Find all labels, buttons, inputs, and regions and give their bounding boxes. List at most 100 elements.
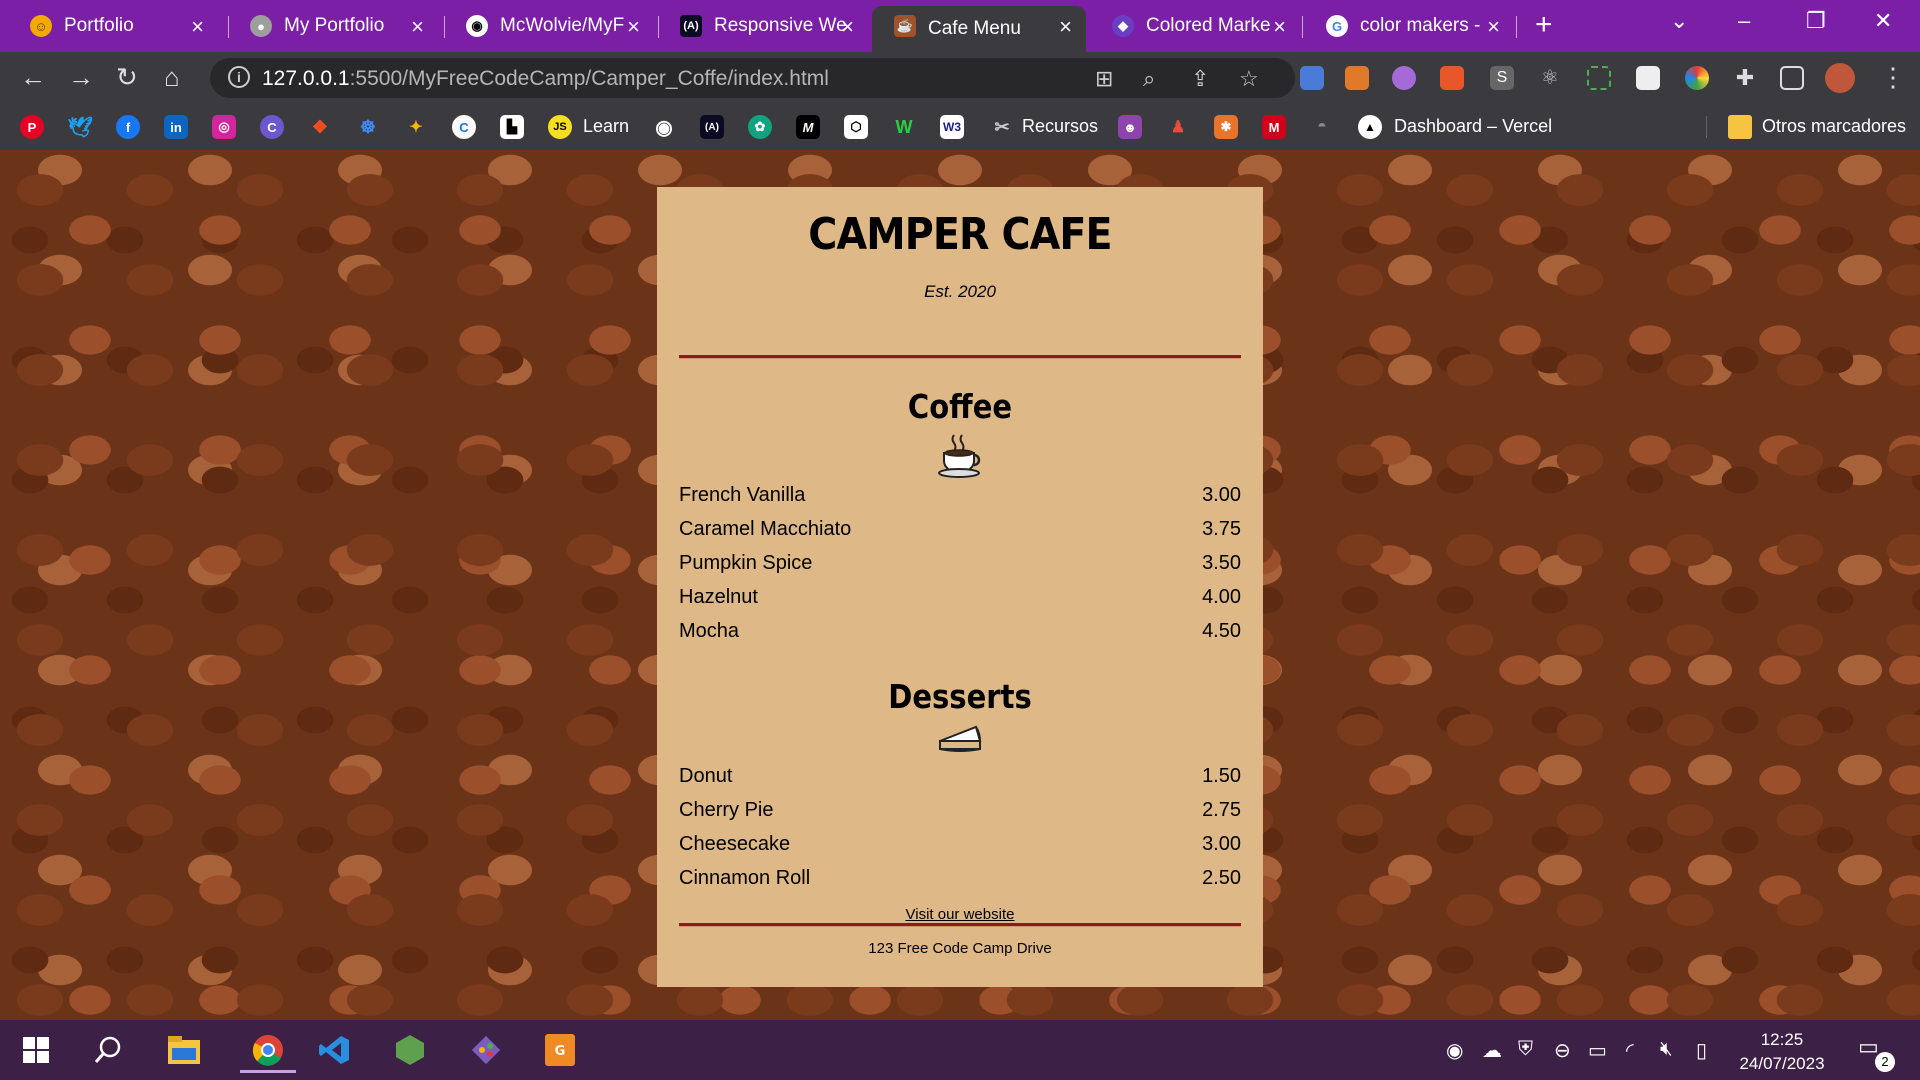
remote-tray-icon[interactable]: ⊖ — [1554, 1038, 1571, 1063]
security-shield-icon[interactable]: ⛨ — [1518, 1038, 1533, 1061]
close-icon[interactable]: × — [1273, 14, 1286, 40]
translate-icon[interactable]: ⊞ — [1095, 66, 1113, 92]
w-green-icon[interactable]: W — [892, 115, 916, 139]
c-logo-icon[interactable]: C — [452, 115, 476, 139]
item-price: 3.00 — [1202, 833, 1241, 855]
side-panel-icon[interactable] — [1780, 66, 1804, 90]
wifi-icon[interactable]: ◜ — [1626, 1038, 1634, 1063]
m-logo-icon[interactable]: M — [796, 115, 820, 139]
battery-icon[interactable]: ▭ — [1588, 1038, 1607, 1063]
restore-button[interactable]: ❐ — [1806, 8, 1826, 34]
bookmark-recursos[interactable]: Recursos — [1022, 116, 1098, 137]
twitter-icon[interactable]: 🕊 — [67, 115, 92, 139]
extension-icon[interactable] — [1440, 66, 1464, 90]
bot-icon[interactable]: ☸ — [356, 115, 380, 139]
figma-icon[interactable]: ❖ — [308, 115, 332, 139]
close-window-button[interactable]: ✕ — [1874, 8, 1892, 34]
vscode-icon[interactable] — [314, 1030, 354, 1070]
tab-color-makers[interactable]: G color makers - × — [1304, 6, 1514, 46]
site-info-icon[interactable]: i — [228, 66, 250, 88]
vercel-icon[interactable]: ▲ — [1358, 115, 1382, 139]
forward-arrow-icon[interactable]: → — [68, 62, 94, 93]
puzzle-extensions-icon[interactable]: ✚ — [1733, 66, 1757, 90]
javascript-icon[interactable]: JS — [548, 115, 572, 139]
zoom-icon[interactable]: ⌕ — [1143, 66, 1155, 92]
minimize-button[interactable]: – — [1738, 8, 1750, 34]
share-icon[interactable]: ⇪ — [1191, 66, 1209, 92]
colorful-app-icon[interactable]: ✦ — [404, 115, 428, 139]
bookmark-star-icon[interactable]: ☆ — [1239, 66, 1259, 92]
volume-muted-icon[interactable]: 🔇︎ — [1660, 1038, 1673, 1061]
bookmark-dashboard-vercel[interactable]: Dashboard – Vercel — [1394, 116, 1552, 137]
color-picker-extension-icon[interactable] — [1392, 66, 1416, 90]
tab-divider — [1516, 16, 1517, 38]
close-icon[interactable]: × — [191, 14, 204, 40]
colorzilla-icon[interactable] — [1685, 66, 1709, 90]
tab-my-portfolio[interactable]: ● My Portfolio × — [228, 6, 438, 46]
home-icon[interactable]: ⌂ — [164, 62, 180, 93]
tab-search-chevron-icon[interactable]: ⌄ — [1670, 8, 1688, 34]
visit-website-link[interactable]: Visit our website — [657, 906, 1263, 923]
close-icon[interactable]: × — [627, 14, 640, 40]
node-app-icon[interactable] — [390, 1030, 430, 1070]
notes-extension-icon[interactable] — [1636, 66, 1660, 90]
tab-label: My Portfolio — [284, 15, 385, 36]
w3schools-icon[interactable]: W3 — [940, 115, 964, 139]
more-menu-icon[interactable]: ⋮ — [1880, 62, 1906, 93]
tab-colored-markers[interactable]: ◆ Colored Marke × — [1090, 6, 1300, 46]
figure-icon[interactable]: ♟ — [1166, 115, 1190, 139]
screenshot-extension-icon[interactable] — [1587, 66, 1611, 90]
facebook-icon[interactable]: f — [116, 115, 140, 139]
gmail-icon[interactable]: M — [1262, 115, 1286, 139]
freecodecamp-icon[interactable]: (A) — [700, 115, 724, 139]
react-devtools-icon[interactable]: ⚛ — [1538, 66, 1562, 90]
tools-icon[interactable]: ✂ — [990, 115, 1014, 139]
pinterest-icon[interactable]: P — [20, 115, 44, 139]
avatar-bookmark-icon[interactable]: ☻ — [1118, 115, 1142, 139]
chrome-tray-icon[interactable]: ◉ — [1446, 1038, 1463, 1063]
system-clock[interactable]: 12:25 24/07/2023 — [1730, 1028, 1834, 1076]
hat-icon[interactable]: ◓ — [1310, 115, 1334, 139]
profile-avatar[interactable] — [1825, 63, 1855, 93]
s-extension-icon[interactable]: S — [1490, 66, 1514, 90]
file-explorer-icon[interactable] — [164, 1030, 204, 1070]
folder-icon[interactable] — [1728, 115, 1752, 139]
url-text[interactable]: 127.0.0.1:5500/MyFreeCodeCamp/Camper_Cof… — [262, 67, 829, 91]
google-translate-icon[interactable] — [1300, 66, 1324, 90]
bookmark-learn[interactable]: Learn — [583, 116, 629, 137]
linkedin-icon[interactable]: in — [164, 115, 188, 139]
instagram-icon[interactable]: ◎ — [212, 115, 236, 139]
close-icon[interactable]: × — [841, 14, 854, 40]
orange-app-icon[interactable]: ✱ — [1214, 115, 1238, 139]
address-text: 123 Free Code Camp Drive — [868, 940, 1052, 957]
windows-start-icon[interactable] — [16, 1030, 56, 1070]
device-tray-icon[interactable]: ▯ — [1696, 1038, 1707, 1063]
clock-date: 24/07/2023 — [1739, 1054, 1825, 1073]
reload-icon[interactable]: ↻ — [116, 62, 138, 93]
tab-portfolio[interactable]: ☺ Portfolio × — [8, 6, 218, 46]
chatgpt-icon[interactable]: ✿ — [748, 115, 772, 139]
close-icon[interactable]: × — [1059, 14, 1072, 40]
address-bar[interactable]: i 127.0.0.1:5500/MyFreeCodeCamp/Camper_C… — [210, 58, 1295, 98]
chrome-taskbar-icon[interactable] — [240, 1030, 296, 1073]
bookmark-otros-marcadores[interactable]: Otros marcadores — [1762, 116, 1906, 137]
codepen-icon[interactable]: ⬡ — [844, 115, 868, 139]
search-icon[interactable] — [88, 1030, 128, 1070]
close-icon[interactable]: × — [411, 14, 424, 40]
cloud-tray-icon[interactable]: ☁ — [1482, 1038, 1502, 1063]
pen-extension-icon[interactable] — [1345, 66, 1369, 90]
windows-taskbar: G ◉ ☁ ⛨ ⊖ ▭ ◜ 🔇︎ ▯ 12:25 24/07/2023 ▭ 2 — [0, 1020, 1920, 1080]
github-icon[interactable]: ◉ — [652, 115, 676, 139]
git-app-icon[interactable] — [466, 1030, 506, 1070]
back-arrow-icon[interactable]: ← — [20, 62, 46, 93]
pdf-app-icon[interactable]: G — [540, 1030, 580, 1070]
tab-freecodecamp[interactable]: (A) Responsive We × — [658, 6, 868, 46]
canva-icon[interactable]: C — [260, 115, 284, 139]
menu-item: Hazelnut 4.00 — [679, 586, 1241, 620]
tab-cafe-menu[interactable]: ☕ Cafe Menu × — [872, 6, 1086, 52]
new-tab-button[interactable]: + — [1535, 8, 1553, 42]
close-icon[interactable]: × — [1487, 14, 1500, 40]
tab-github[interactable]: ◉ McWolvie/MyF × — [444, 6, 654, 46]
stack-icon[interactable]: ▙ — [500, 115, 524, 139]
browser-toolbar: ← → ↻ ⌂ i 127.0.0.1:5500/MyFreeCodeCamp/… — [0, 52, 1920, 104]
